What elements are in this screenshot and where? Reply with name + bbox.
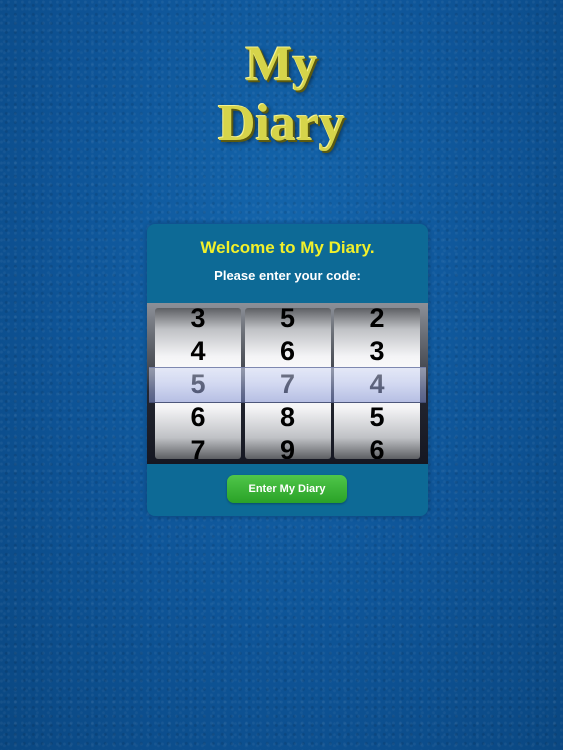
wheel-digit-selected: 4: [369, 369, 385, 399]
wheel-digit: 9: [279, 435, 296, 459]
code-picker: 3 4 5 6 7 5 6 7 8 9 2 3 4 5 6: [147, 303, 428, 464]
wheel-digit: 6: [279, 336, 296, 366]
wheel-digit-selected: 7: [279, 369, 296, 399]
app-title-my: My: [245, 35, 318, 91]
wheel-digit: 4: [190, 336, 206, 366]
wheel-digit: 5: [279, 308, 296, 333]
code-wheel-2[interactable]: 5 6 7 8 9: [244, 308, 331, 459]
wheel-digit: 2: [369, 308, 385, 333]
wheel-digit: 5: [369, 402, 385, 432]
welcome-message: Welcome to My Diary.: [200, 238, 375, 257]
wheel-digit: 6: [190, 402, 206, 432]
wheel-digit: 3: [369, 336, 385, 366]
wheel-digit: 6: [369, 435, 385, 459]
wheel-digit-selected: 5: [190, 369, 206, 399]
login-panel: Welcome to My Diary. Please enter your c…: [147, 224, 428, 516]
wheel-digit: 8: [279, 402, 296, 432]
wheel-digit: 7: [190, 435, 206, 459]
code-wheel-3[interactable]: 2 3 4 5 6: [334, 308, 420, 459]
code-wheel-1[interactable]: 3 4 5 6 7: [155, 308, 241, 459]
enter-diary-button[interactable]: Enter My Diary: [227, 475, 347, 503]
wheel-digit: 3: [190, 308, 206, 333]
app-title-diary: Diary: [217, 95, 346, 152]
code-prompt: Please enter your code:: [214, 268, 361, 283]
